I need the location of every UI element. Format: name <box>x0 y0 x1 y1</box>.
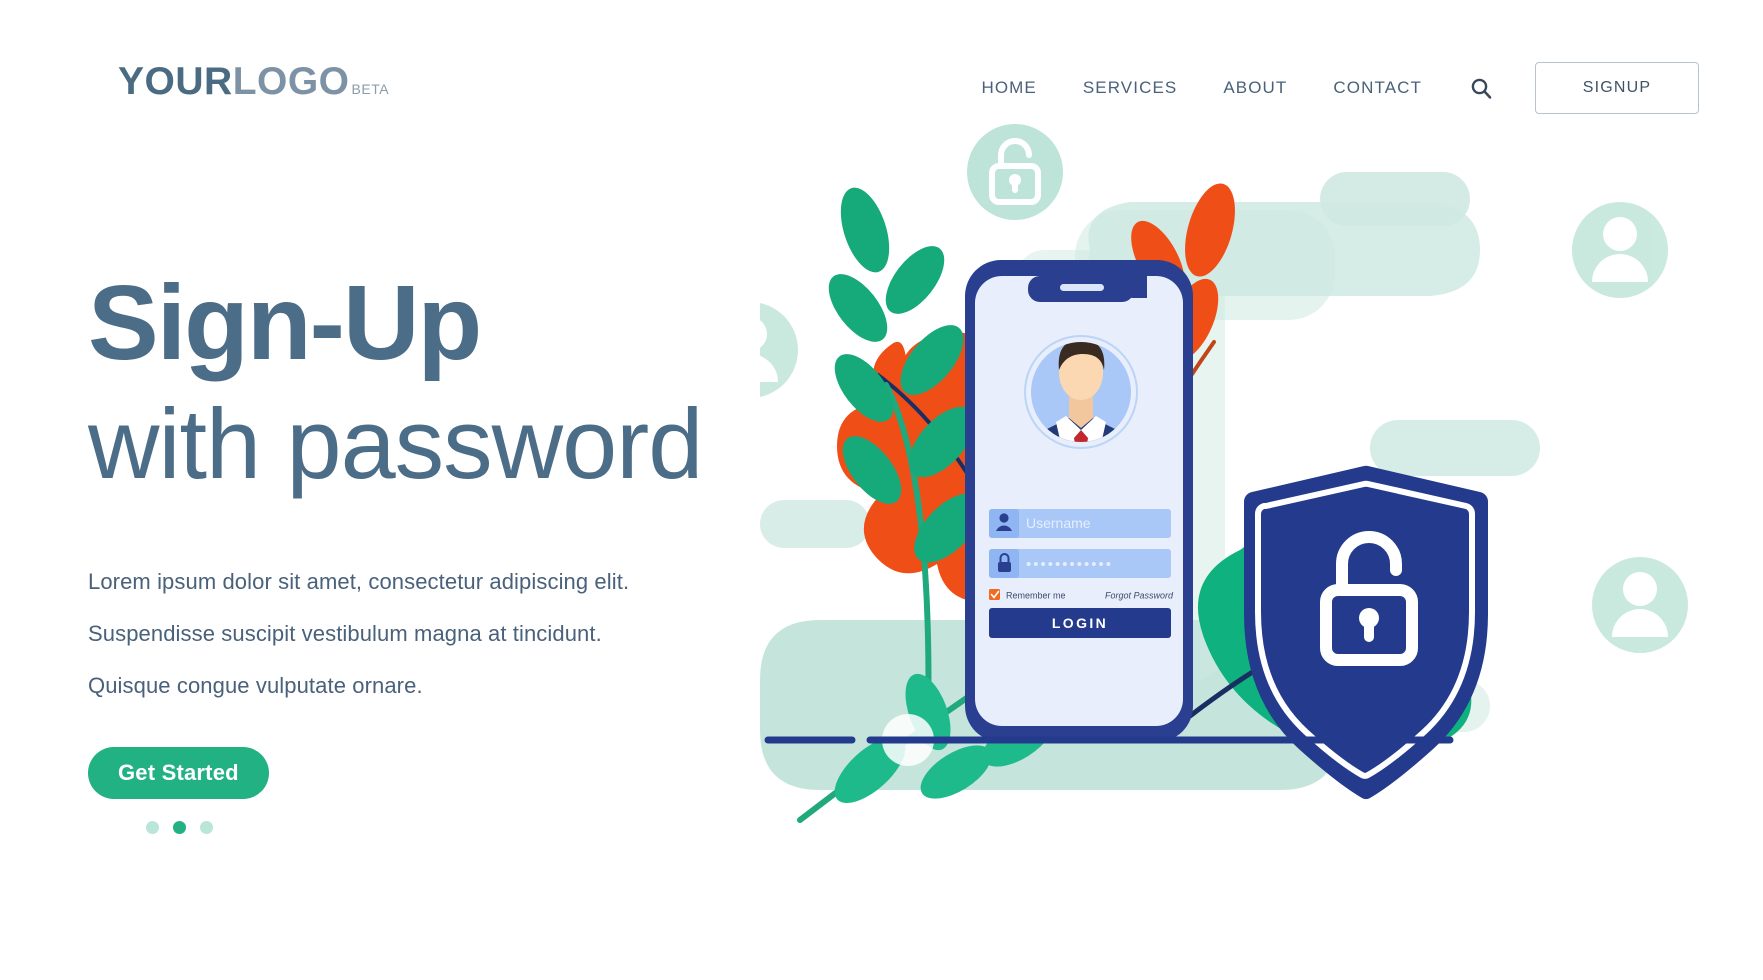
hero-paragraphs: Lorem ipsum dolor sit amet, consectetur … <box>88 571 768 697</box>
nav-item-contact[interactable]: CONTACT <box>1310 78 1445 98</box>
headline-line-2: with password <box>88 388 703 499</box>
logo[interactable]: YOUR LOGO BETA <box>118 60 389 104</box>
landing-page: YOUR LOGO BETA HOME SERVICES ABOUT CONTACT… <box>0 0 1763 980</box>
logo-text-secondary: LOGO <box>232 60 350 103</box>
login-button-label: LOGIN <box>1052 615 1108 631</box>
carousel-dot-1[interactable] <box>146 821 159 834</box>
forgot-password-link: Forgot Password <box>1105 591 1174 601</box>
remember-me-label: Remember me <box>1006 591 1066 601</box>
main-navigation: HOME SERVICES ABOUT CONTACT SIGNUP <box>958 62 1699 114</box>
carousel-dots <box>146 821 768 834</box>
decor-user-top-right <box>1572 202 1668 298</box>
decor-user-left <box>760 303 798 397</box>
hero-paragraph-3: Quisque congue vulputate ornare. <box>88 673 423 698</box>
username-field: Username <box>989 509 1171 538</box>
hero-paragraph-1: Lorem ipsum dolor sit amet, consectetur … <box>88 569 630 594</box>
password-dots: •••••••••••• <box>1026 556 1113 573</box>
nav-item-home[interactable]: HOME <box>958 78 1059 98</box>
decor-user-bottom-right <box>1592 557 1688 653</box>
phone-mockup: Username •••••••••••• Remember me Forgot… <box>965 260 1193 742</box>
logo-text-primary: YOUR <box>118 60 233 103</box>
password-field: •••••••••••• <box>989 549 1171 578</box>
nav-item-about[interactable]: ABOUT <box>1200 78 1310 98</box>
hero-copy: Sign-Up with password Lorem ipsum dolor … <box>88 270 768 834</box>
username-placeholder: Username <box>1026 515 1091 531</box>
get-started-button[interactable]: Get Started <box>88 747 269 799</box>
decor-padlock-top <box>967 124 1063 220</box>
signup-button[interactable]: SIGNUP <box>1535 62 1699 114</box>
carousel-dot-2[interactable] <box>173 821 186 834</box>
headline-line-1: Sign-Up <box>88 264 482 382</box>
hero-illustration: Username •••••••••••• Remember me Forgot… <box>760 120 1700 860</box>
page-title: Sign-Up with password <box>88 270 768 493</box>
carousel-dot-3[interactable] <box>200 821 213 834</box>
logo-beta-badge: BETA <box>351 81 390 97</box>
login-button: LOGIN <box>989 608 1171 638</box>
search-icon[interactable] <box>1445 76 1513 100</box>
nav-item-services[interactable]: SERVICES <box>1060 78 1200 98</box>
hero-paragraph-2: Suspendisse suscipit vestibulum magna at… <box>88 621 602 646</box>
